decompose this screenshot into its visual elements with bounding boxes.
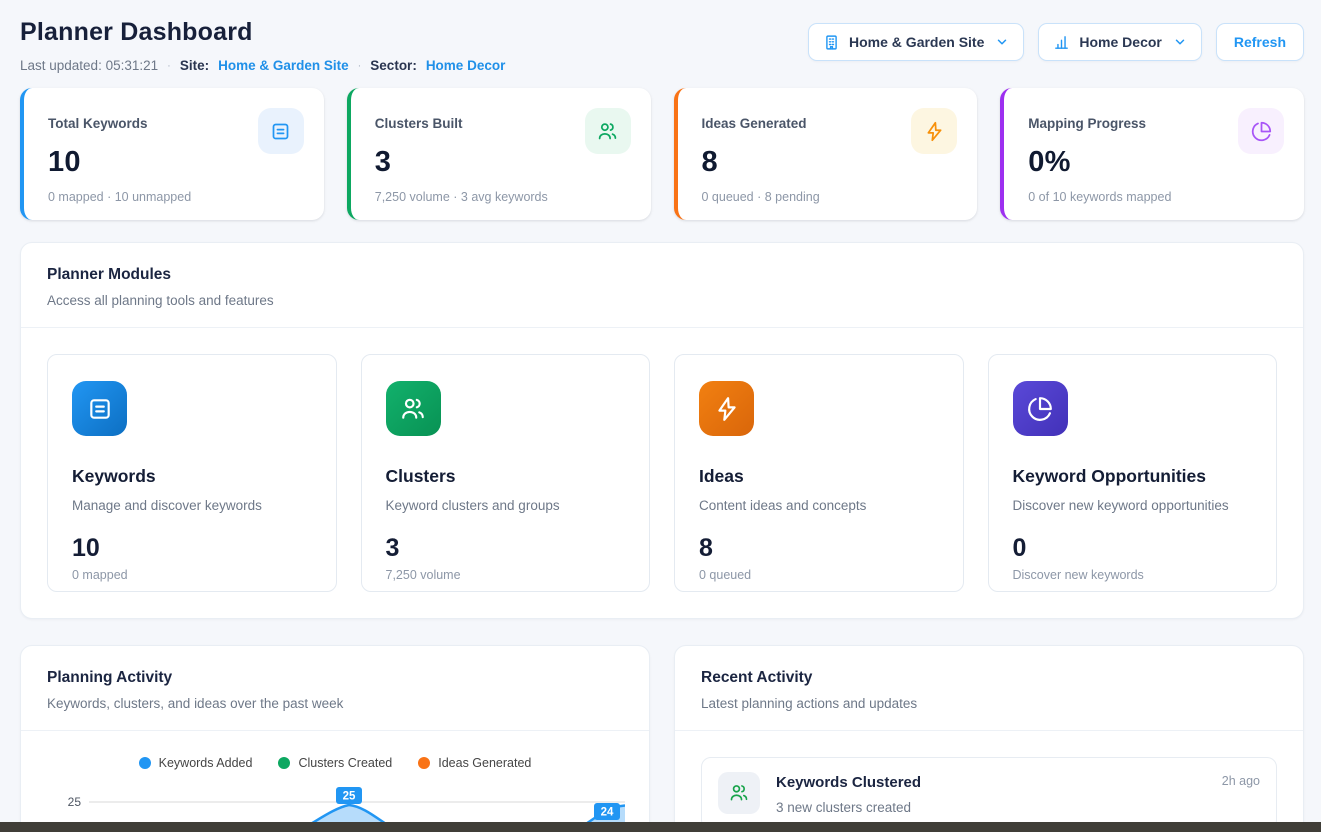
stat-detail: 0 queued · 8 pending: [702, 190, 958, 204]
planning-activity-title: Planning Activity: [47, 669, 623, 687]
bar-chart-icon: [1053, 34, 1070, 51]
activity-list: Keywords Clustered 3 new clusters create…: [675, 731, 1303, 832]
module-value: 8: [699, 534, 939, 563]
bottom-row: Planning Activity Keywords, clusters, an…: [20, 645, 1304, 832]
site-selector-dropdown[interactable]: Home & Garden Site: [808, 23, 1024, 61]
document-icon: [72, 381, 127, 436]
legend-dot-green: [278, 757, 290, 769]
header-left: Planner Dashboard Last updated: 05:31:21…: [20, 18, 505, 73]
document-icon: [258, 108, 304, 154]
recent-activity-subtitle: Latest planning actions and updates: [701, 696, 1277, 711]
activity-item-description: 3 new clusters created: [776, 800, 921, 815]
module-detail: 0 mapped: [72, 568, 312, 582]
module-detail: 0 queued: [699, 568, 939, 582]
chevron-down-icon: [1173, 35, 1187, 49]
chevron-down-icon: [995, 35, 1009, 49]
activity-item-title: Keywords Clustered: [776, 774, 921, 791]
module-title: Ideas: [699, 466, 939, 487]
svg-text:25: 25: [343, 791, 356, 803]
module-value: 10: [72, 534, 312, 563]
stat-detail: 0 of 10 keywords mapped: [1028, 190, 1284, 204]
module-description: Discover new keyword opportunities: [1013, 498, 1253, 513]
legend-dot-blue: [139, 757, 151, 769]
sector-selector-label: Home Decor: [1079, 34, 1161, 50]
building-icon: [823, 34, 840, 51]
users-icon: [718, 772, 760, 814]
users-icon: [585, 108, 631, 154]
sector-label: Sector:: [370, 58, 417, 73]
legend-item-clusters-created[interactable]: Clusters Created: [278, 756, 392, 770]
refresh-button[interactable]: Refresh: [1216, 23, 1304, 61]
planner-modules-panel: Planner Modules Access all planning tool…: [20, 242, 1304, 619]
y-axis-tick: 25: [68, 795, 82, 809]
stat-detail: 7,250 volume · 3 avg keywords: [375, 190, 631, 204]
stat-card-mapping-progress: Mapping Progress 0% 0 of 10 keywords map…: [1000, 88, 1304, 220]
data-label-25: 25: [336, 787, 362, 804]
stat-detail: 0 mapped · 10 unmapped: [48, 190, 304, 204]
activity-item-body: Keywords Clustered 3 new clusters create…: [776, 772, 921, 815]
site-selector-label: Home & Garden Site: [849, 34, 984, 50]
stat-label: Clusters Built: [375, 108, 463, 131]
activity-item-timestamp: 2h ago: [1222, 774, 1260, 788]
legend-label: Keywords Added: [159, 756, 253, 770]
recent-activity-title: Recent Activity: [701, 669, 1277, 687]
module-detail: Discover new keywords: [1013, 568, 1253, 582]
planning-activity-subtitle: Keywords, clusters, and ideas over the p…: [47, 696, 623, 711]
window-bottom-bar: [0, 822, 1321, 832]
last-updated-text: Last updated: 05:31:21: [20, 58, 158, 73]
stat-label: Mapping Progress: [1028, 108, 1146, 131]
svg-text:24: 24: [601, 807, 614, 819]
stat-card-clusters-built: Clusters Built 3 7,250 volume · 3 avg ke…: [347, 88, 651, 220]
legend-item-keywords-added[interactable]: Keywords Added: [139, 756, 253, 770]
module-description: Content ideas and concepts: [699, 498, 939, 513]
sector-selector-dropdown[interactable]: Home Decor: [1038, 23, 1201, 61]
page-title: Planner Dashboard: [20, 18, 505, 47]
module-detail: 7,250 volume: [386, 568, 626, 582]
legend-label: Clusters Created: [298, 756, 392, 770]
modules-panel-title: Planner Modules: [47, 266, 1277, 284]
meta-separator: ·: [358, 60, 362, 72]
module-value: 3: [386, 534, 626, 563]
legend-item-ideas-generated[interactable]: Ideas Generated: [418, 756, 531, 770]
stat-label: Ideas Generated: [702, 108, 807, 131]
header-actions: Home & Garden Site Home Decor Refresh: [808, 23, 1304, 61]
module-title: Keyword Opportunities: [1013, 466, 1253, 487]
module-value: 0: [1013, 534, 1253, 563]
stats-row: Total Keywords 10 0 mapped · 10 unmapped…: [20, 88, 1304, 220]
sector-link[interactable]: Home Decor: [426, 58, 506, 73]
module-title: Clusters: [386, 466, 626, 487]
pie-chart-icon: [1238, 108, 1284, 154]
stat-card-ideas-generated: Ideas Generated 8 0 queued · 8 pending: [674, 88, 978, 220]
site-label: Site:: [180, 58, 209, 73]
meta-separator: ·: [167, 60, 171, 72]
modules-panel-subtitle: Access all planning tools and features: [47, 293, 1277, 308]
planner-dashboard-page: Planner Dashboard Last updated: 05:31:21…: [0, 0, 1321, 832]
users-icon: [386, 381, 441, 436]
legend-dot-orange: [418, 757, 430, 769]
stat-card-total-keywords: Total Keywords 10 0 mapped · 10 unmapped: [20, 88, 324, 220]
modules-grid: Keywords Manage and discover keywords 10…: [21, 328, 1303, 618]
lightning-icon: [699, 381, 754, 436]
legend-label: Ideas Generated: [438, 756, 531, 770]
chart-legend: Keywords Added Clusters Created Ideas Ge…: [21, 731, 649, 770]
module-description: Keyword clusters and groups: [386, 498, 626, 513]
header-meta: Last updated: 05:31:21 · Site: Home & Ga…: [20, 58, 505, 73]
planning-activity-panel: Planning Activity Keywords, clusters, an…: [20, 645, 650, 832]
pie-chart-icon: [1013, 381, 1068, 436]
recent-activity-panel: Recent Activity Latest planning actions …: [674, 645, 1304, 832]
module-description: Manage and discover keywords: [72, 498, 312, 513]
module-card-keywords[interactable]: Keywords Manage and discover keywords 10…: [47, 354, 337, 592]
site-link[interactable]: Home & Garden Site: [218, 58, 349, 73]
activity-item-keywords-clustered: Keywords Clustered 3 new clusters create…: [701, 757, 1277, 830]
module-card-keyword-opportunities[interactable]: Keyword Opportunities Discover new keywo…: [988, 354, 1278, 592]
module-card-ideas[interactable]: Ideas Content ideas and concepts 8 0 que…: [674, 354, 964, 592]
page-header: Planner Dashboard Last updated: 05:31:21…: [20, 18, 1304, 73]
data-label-24: 24: [594, 803, 620, 820]
lightning-icon: [911, 108, 957, 154]
stat-label: Total Keywords: [48, 108, 148, 131]
module-card-clusters[interactable]: Clusters Keyword clusters and groups 3 7…: [361, 354, 651, 592]
module-title: Keywords: [72, 466, 312, 487]
